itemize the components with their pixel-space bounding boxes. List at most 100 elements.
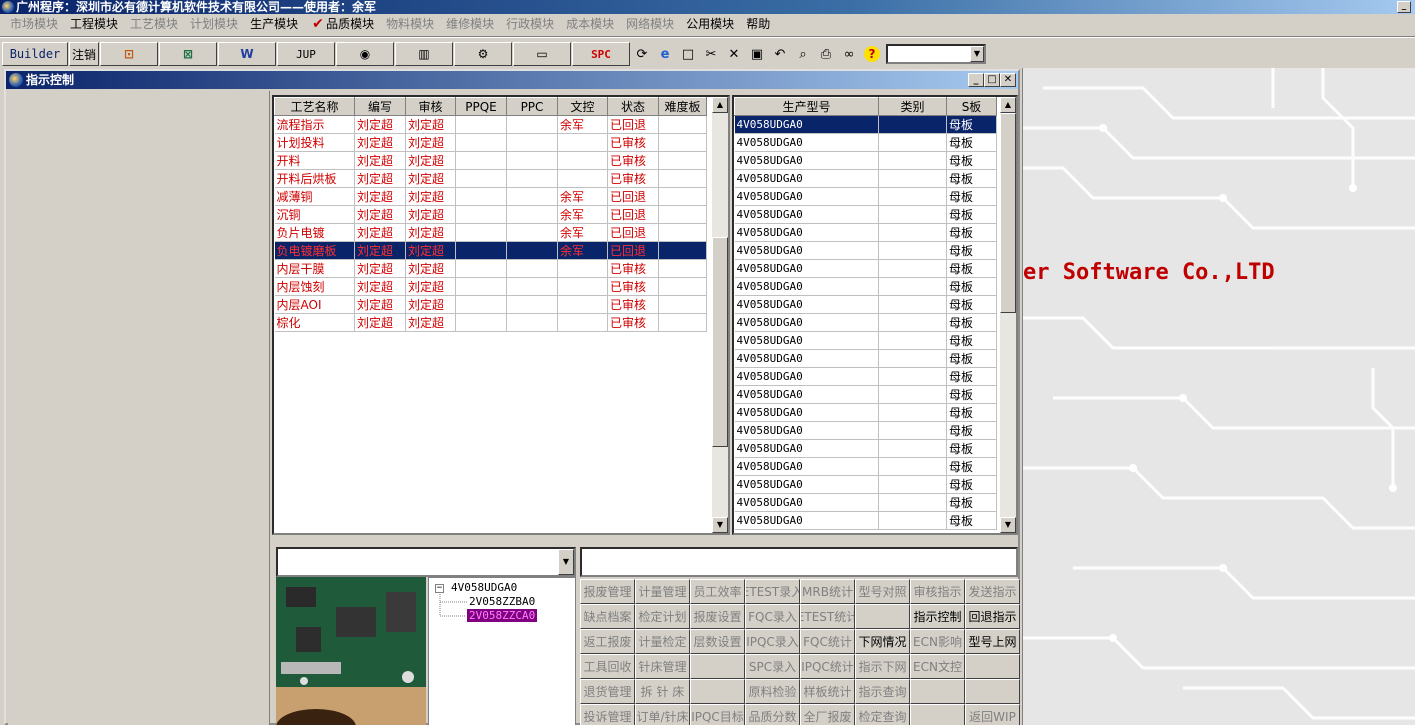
process-column-header[interactable]: PPC <box>506 97 558 116</box>
chevron-down-icon[interactable]: ▼ <box>970 46 984 62</box>
table-cell[interactable]: 母板 <box>946 403 997 422</box>
table-row[interactable]: 4V058UDGA0 母板 <box>734 259 997 278</box>
table-cell[interactable]: 刘定超 <box>405 241 456 260</box>
refresh-button[interactable]: ⟳ <box>631 42 653 66</box>
table-row[interactable]: 4V058UDGA0 母板 <box>734 241 997 260</box>
table-row[interactable]: 减薄铜 刘定超 刘定超 余军 已回退 <box>274 187 707 206</box>
table-cell[interactable]: 4V058UDGA0 <box>734 241 879 260</box>
table-cell[interactable] <box>455 115 507 134</box>
new-button[interactable]: □ <box>677 42 699 66</box>
function-button[interactable]: ETEST录入 <box>745 579 800 604</box>
table-cell[interactable]: 已审核 <box>607 313 659 332</box>
table-row[interactable]: 4V058UDGA0 母板 <box>734 151 997 170</box>
table-cell[interactable]: 母板 <box>946 331 997 350</box>
table-row[interactable]: 4V058UDGA0 母板 <box>734 115 997 134</box>
table-cell[interactable] <box>557 277 608 296</box>
menu-item[interactable]: ✔ 品质模块 <box>304 14 380 34</box>
table-cell[interactable]: 已审核 <box>607 133 659 152</box>
function-button[interactable]: ECN文控 <box>910 654 965 679</box>
table-cell[interactable]: 刘定超 <box>354 259 406 278</box>
table-row[interactable]: 4V058UDGA0 母板 <box>734 169 997 188</box>
child-minimize-button[interactable]: _ <box>968 73 984 87</box>
table-cell[interactable] <box>455 259 507 278</box>
table-cell[interactable] <box>557 169 608 188</box>
table-cell[interactable]: 母板 <box>946 493 997 512</box>
table-cell[interactable]: 已回退 <box>607 115 659 134</box>
menu-item[interactable]: 公用模块 <box>680 14 740 34</box>
menu-item[interactable]: 计划模块 <box>184 14 244 34</box>
menu-item[interactable]: 物料模块 <box>380 14 440 34</box>
table-cell[interactable]: 4V058UDGA0 <box>734 169 879 188</box>
function-button[interactable]: MRB统计 <box>800 579 855 604</box>
table-row[interactable]: 内层蚀刻 刘定超 刘定超 已审核 <box>274 277 707 296</box>
table-cell[interactable] <box>506 169 558 188</box>
table-cell[interactable]: 已审核 <box>607 277 659 296</box>
function-button[interactable]: 拆 针 床 <box>635 679 690 704</box>
table-cell[interactable] <box>878 169 947 188</box>
table-cell[interactable]: 刘定超 <box>354 205 406 224</box>
table-cell[interactable]: 4V058UDGA0 <box>734 439 879 458</box>
table-row[interactable]: 4V058UDGA0 母板 <box>734 187 997 206</box>
table-row[interactable]: 4V058UDGA0 母板 <box>734 493 997 512</box>
menu-item[interactable]: 市场模块 <box>4 14 64 34</box>
table-cell[interactable] <box>506 277 558 296</box>
table-cell[interactable]: 4V058UDGA0 <box>734 349 879 368</box>
table-cell[interactable] <box>658 241 707 260</box>
table-row[interactable]: 负片电镀 刘定超 刘定超 余军 已回退 <box>274 223 707 242</box>
table-cell[interactable]: 母板 <box>946 277 997 296</box>
function-button[interactable]: FQC录入 <box>745 604 800 629</box>
ie-button[interactable]: e <box>654 42 676 66</box>
table-cell[interactable]: 刘定超 <box>405 169 456 188</box>
table-cell[interactable]: 刘定超 <box>354 187 406 206</box>
table-row[interactable]: 4V058UDGA0 母板 <box>734 133 997 152</box>
table-cell[interactable] <box>506 259 558 278</box>
table-cell[interactable] <box>455 277 507 296</box>
table-cell[interactable]: 母板 <box>946 241 997 260</box>
child-title-bar[interactable]: 指示控制 _ □ ✕ <box>6 71 1018 89</box>
menu-item[interactable]: 成本模块 <box>560 14 620 34</box>
table-row[interactable]: 内层干膜 刘定超 刘定超 已审核 <box>274 259 707 278</box>
table-cell[interactable]: 母板 <box>946 151 997 170</box>
builder-button[interactable]: Builder <box>2 42 68 66</box>
table-cell[interactable]: 刘定超 <box>405 115 456 134</box>
scroll-down-icon[interactable]: ▼ <box>712 517 728 533</box>
table-cell[interactable] <box>506 187 558 206</box>
function-button[interactable]: SPC录入 <box>745 654 800 679</box>
empty-button[interactable] <box>690 654 745 679</box>
table-cell[interactable]: 余军 <box>557 115 608 134</box>
table-cell[interactable]: 4V058UDGA0 <box>734 457 879 476</box>
function-button[interactable]: 型号上网 <box>965 629 1020 654</box>
table-cell[interactable] <box>878 223 947 242</box>
menu-item[interactable]: 工程模块 <box>64 14 124 34</box>
table-cell[interactable] <box>455 241 507 260</box>
table-cell[interactable]: 母板 <box>946 169 997 188</box>
table-cell[interactable] <box>878 151 947 170</box>
table-row[interactable]: 4V058UDGA0 母板 <box>734 223 997 242</box>
function-button[interactable]: 返工报废 <box>580 629 635 654</box>
table-cell[interactable]: 已审核 <box>607 259 659 278</box>
table-cell[interactable]: 减薄铜 <box>274 187 355 206</box>
table-cell[interactable]: 4V058UDGA0 <box>734 403 879 422</box>
table-cell[interactable]: 4V058UDGA0 <box>734 475 879 494</box>
table-cell[interactable]: 4V058UDGA0 <box>734 115 879 134</box>
table-cell[interactable]: 4V058UDGA0 <box>734 511 879 530</box>
table-row[interactable]: 4V058UDGA0 母板 <box>734 385 997 404</box>
table-cell[interactable]: 刘定超 <box>405 187 456 206</box>
table-cell[interactable] <box>455 169 507 188</box>
table-row[interactable]: 4V058UDGA0 母板 <box>734 403 997 422</box>
table-cell[interactable] <box>557 313 608 332</box>
function-button[interactable]: 品质分数 <box>745 704 800 725</box>
table-cell[interactable]: 4V058UDGA0 <box>734 151 879 170</box>
function-button[interactable]: FQC统计 <box>800 629 855 654</box>
minimize-button[interactable]: _ <box>1397 1 1411 13</box>
process-column-header[interactable]: PPQE <box>455 97 507 116</box>
chevron-down-icon[interactable]: ▼ <box>558 549 574 575</box>
empty-button[interactable] <box>690 679 745 704</box>
function-button[interactable]: 检定计划 <box>635 604 690 629</box>
table-cell[interactable]: 4V058UDGA0 <box>734 277 879 296</box>
table-cell[interactable]: 刘定超 <box>405 133 456 152</box>
table-cell[interactable] <box>878 133 947 152</box>
function-button[interactable]: 针床管理 <box>635 654 690 679</box>
table-cell[interactable] <box>506 313 558 332</box>
cut-button[interactable]: ✂ <box>700 42 722 66</box>
